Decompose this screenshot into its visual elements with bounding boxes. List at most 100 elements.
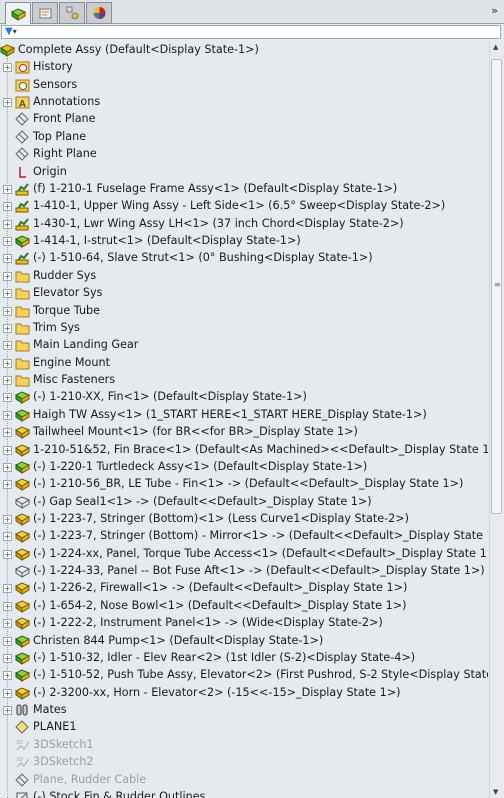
tree-item[interactable]: + History [0, 59, 488, 76]
assembly-icon [15, 460, 31, 474]
expand-toggle-icon[interactable]: + [3, 254, 12, 264]
tree-item[interactable]: Right Plane [0, 146, 488, 163]
expand-toggle-icon[interactable]: + [3, 480, 12, 490]
tree-item[interactable]: +1-210-51&52, Fin Brace<1> (Default<As M… [0, 442, 488, 459]
expand-toggle-icon[interactable]: + [3, 601, 12, 611]
expand-toggle-icon[interactable]: + [3, 532, 12, 542]
expand-toggle-icon[interactable]: + [3, 358, 12, 368]
flex-assembly-icon [15, 199, 30, 213]
tree-item[interactable]: + Tailwheel Mount<1> (for BR<<for BR>_Dis… [0, 424, 488, 441]
scroll-up-arrow-icon[interactable]: ▲ [493, 43, 498, 51]
flex-assembly-icon [15, 217, 30, 231]
tree-item[interactable]: Complete Assy (Default<Display State-1>) [0, 42, 473, 59]
tree-item[interactable]: Front Plane [0, 111, 488, 128]
propertymanager-tab[interactable] [32, 2, 58, 24]
tree-item[interactable]: +1-414-1, I-strut<1> (Default<Display St… [0, 233, 488, 250]
filter-icon[interactable]: ▼▾ [5, 26, 17, 37]
expand-toggle-icon[interactable]: + [3, 202, 12, 212]
tree-item[interactable]: + (-) 1-223-7, Stringer (Bottom) - Mirror… [0, 528, 488, 545]
expand-toggle-icon[interactable]: + [3, 271, 12, 281]
tree-item[interactable]: 3D 3DSketch1 [0, 737, 488, 754]
tree-item[interactable]: + Torque Tube [0, 303, 488, 320]
tree-item[interactable]: + (-) 2-3200-xx, Horn - Elevator<2> (-15<… [0, 685, 488, 702]
folder-icon [15, 373, 30, 387]
expand-toggle-icon[interactable]: + [3, 237, 12, 247]
property-icon [38, 6, 53, 20]
expand-toggle-icon[interactable]: + [3, 219, 12, 229]
tree-item[interactable]: + Trim Sys [0, 320, 488, 337]
tree-item[interactable]: + (-) 1-210-56_BR, LE Tube - Fin<1> -> (D… [0, 476, 488, 493]
expand-toggle-icon[interactable]: + [3, 671, 12, 681]
tree-filter-bar[interactable]: ▼▾ [1, 25, 501, 39]
tree-item[interactable]: Plane, Rudder Cable [0, 772, 488, 789]
tree-item[interactable]: (-) 1-224-33, Panel -- Bot Fuse Aft<1> -… [0, 563, 488, 580]
expand-toggle-icon[interactable]: + [3, 341, 12, 351]
expand-toggle-icon[interactable]: + [3, 636, 12, 646]
tree-item[interactable]: + Haigh TW Assy<1> (1_START HERE<1_START … [0, 407, 488, 424]
tree-item[interactable]: + (-) 1-210-XX, Fin<1> (Default<Display S… [0, 389, 488, 406]
displaymanager-tab[interactable] [86, 2, 112, 24]
tree-item[interactable]: + Engine Mount [0, 355, 488, 372]
tree-item[interactable]: + (-) 1-510-52, Push Tube Assy, Elevator<… [0, 667, 488, 684]
tree-item-label: Right Plane [33, 147, 97, 161]
expand-toggle-icon[interactable]: + [3, 584, 12, 594]
plane-yellow-icon [15, 720, 30, 735]
tree-item[interactable]: + Rudder Sys [0, 268, 488, 285]
tree-item[interactable]: + Main Landing Gear [0, 337, 488, 354]
part-outline-icon [15, 495, 31, 509]
tree-item[interactable]: + Misc Fasteners [0, 372, 488, 389]
expand-toggle-icon[interactable]: + [3, 514, 12, 524]
expand-toggle-icon[interactable]: + [3, 688, 12, 698]
expand-toggle-icon[interactable]: + [3, 376, 12, 386]
tree-item[interactable]: +1-410-1, Upper Wing Assy - Left Side<1>… [0, 198, 488, 215]
tree-item[interactable]: + (-) 1-220-1 Turtledeck Assy<1> (Default… [0, 459, 488, 476]
expand-toggle-icon[interactable]: + [3, 619, 12, 629]
tree-item[interactable]: Sensors [0, 77, 488, 94]
assembly-icon [15, 234, 31, 248]
filter-dropdown-arrow[interactable]: ▾ [13, 27, 17, 36]
tree-item[interactable]: + (-) 1-222-2, Instrument Panel<1> -> (Wi… [0, 615, 488, 632]
tree-item[interactable]: + Elevator Sys [0, 285, 488, 302]
expand-toggle-icon[interactable]: + [3, 653, 12, 663]
tree-item[interactable]: + Christen 844 Pump<1> (Default<Display S… [0, 633, 488, 650]
tree-item[interactable]: Top Plane [0, 129, 488, 146]
expand-toggle-icon[interactable]: + [3, 428, 12, 438]
tree-item[interactable]: PLANE1 [0, 719, 488, 736]
expand-toggle-icon[interactable]: + [3, 306, 12, 316]
tree-item[interactable]: + (-) 1-226-2, Firewall<1> -> (Default<<D… [0, 580, 488, 597]
tree-item[interactable]: + (-) 1-510-64, Slave Strut<1> (0° Bushin… [0, 250, 488, 267]
folder-icon [15, 269, 30, 283]
expand-toggle-icon[interactable]: + [3, 393, 12, 403]
scrollbar-thumb[interactable]: ≡ [491, 59, 502, 514]
more-tabs-button[interactable]: » [491, 4, 498, 17]
tree-item[interactable]: + (-) 1-510-32, Idler - Elev Rear<2> (1st… [0, 650, 488, 667]
tree-item[interactable]: Origin [0, 164, 488, 181]
tree-item[interactable]: + A Annotations [0, 94, 488, 111]
tree-item-label: Engine Mount [33, 355, 110, 369]
expand-toggle-icon[interactable]: + [3, 706, 12, 716]
tree-item[interactable]: + (-) 1-224-xx, Panel, Torque Tube Access… [0, 546, 488, 563]
tree-item[interactable]: + Mates [0, 702, 488, 719]
expand-toggle-icon[interactable]: + [3, 549, 12, 559]
expand-toggle-icon[interactable]: + [3, 410, 12, 420]
tree-item[interactable]: + (-) 1-223-7, Stringer (Bottom)<1> (Less… [0, 511, 488, 528]
expand-toggle-icon[interactable]: + [3, 462, 12, 472]
featuremanager-tab[interactable] [5, 2, 31, 24]
tree-item[interactable]: 3D 3DSketch2 [0, 754, 488, 771]
configurationmanager-tab[interactable] [59, 2, 85, 24]
tree-item[interactable]: +1-430-1, Lwr Wing Assy LH<1> (37 inch C… [0, 216, 488, 233]
vertical-scrollbar[interactable]: ▲ ≡ ▼ [489, 41, 503, 798]
tree-item-label: (-) 1-223-7, Stringer (Bottom)<1> (Less … [33, 511, 410, 525]
tree-item[interactable]: + (-) 1-654-2, Nose Bowl<1> (Default<<Def… [0, 598, 488, 615]
tree-item-label: 1-430-1, Lwr Wing Assy LH<1> (37 inch Ch… [33, 216, 404, 230]
expand-toggle-icon[interactable]: + [3, 184, 12, 194]
expand-toggle-icon[interactable]: + [3, 445, 12, 455]
tree-item[interactable]: + (f) 1-210-1 Fuselage Frame Assy<1> (Def… [0, 181, 488, 198]
tree-item[interactable]: (-) Gap Seal1<1> -> (Default<<Default>_D… [0, 494, 488, 511]
expand-toggle-icon[interactable]: + [3, 323, 12, 333]
expand-toggle-icon[interactable]: + [3, 289, 12, 299]
expand-toggle-icon[interactable]: + [3, 98, 12, 108]
tree-item[interactable]: (-) Stock Fin & Rudder Outlines [0, 789, 488, 798]
expand-toggle-icon[interactable]: + [3, 63, 12, 73]
scroll-down-arrow-icon[interactable]: ▼ [493, 788, 498, 796]
